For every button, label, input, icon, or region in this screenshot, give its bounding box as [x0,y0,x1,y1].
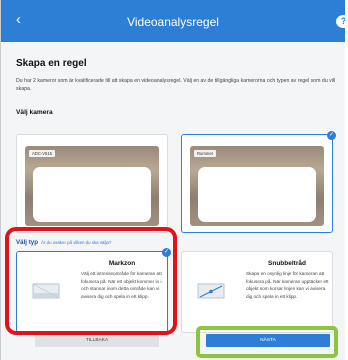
camera-name-label: ADC-V515 [29,150,56,157]
help-circle-icon[interactable]: ? [336,15,345,28]
thumbnail-redaction [198,167,316,222]
camera-thumbnail: ADC-V515 [25,146,159,226]
back-button[interactable]: TILLBAKA [35,334,159,347]
rule-type-snubbeltrad[interactable]: Snubbeltråd Skapa en osynlig linje för k… [181,251,333,333]
rule-type-name: Snubbeltråd [268,260,306,267]
thumbnail-redaction [33,167,151,222]
page-title: Videoanalysregel [127,15,219,29]
rule-type-description: Skapa en osynlig linje för kameran att f… [246,271,329,299]
tripwire-icon [197,283,225,299]
description-text: Du har 2 kameror som är kvalificerade ti… [16,78,336,92]
camera-card-adc-v515[interactable]: ADC-V515 [16,134,168,233]
camera-section-label: Välj kamera [16,109,53,116]
camera-name-label: Rummet [194,150,216,157]
highlight-rule-type [5,227,177,335]
camera-thumbnail: Rummet [190,146,324,226]
camera-card-rummet[interactable]: Rummet ✓ [181,131,336,233]
checkmark-icon: ✓ [327,131,336,140]
section-heading: Skapa en regel [16,58,87,69]
header-bar: ‹ Videoanalysregel ? [1,0,345,42]
highlight-next-button [196,326,338,358]
